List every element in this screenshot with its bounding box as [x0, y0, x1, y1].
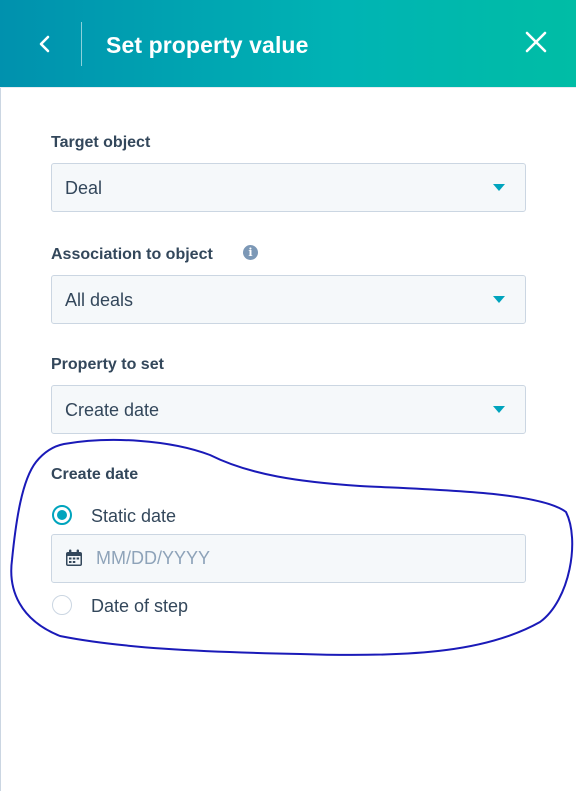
association-value: All deals [65, 290, 134, 310]
header-divider [81, 22, 82, 66]
date-of-step-radio[interactable] [52, 595, 72, 615]
header-shadow [0, 87, 576, 88]
date-of-step-label[interactable]: Date of step [91, 595, 188, 617]
caret-down-icon [493, 296, 505, 303]
caret-down-icon [493, 184, 505, 191]
close-button[interactable] [518, 24, 554, 60]
property-to-set-value: Create date [65, 400, 160, 420]
static-date-input[interactable] [96, 535, 506, 582]
static-date-label[interactable]: Static date [91, 505, 176, 527]
panel-header: Set property value [0, 0, 576, 87]
chevron-left-icon [39, 35, 50, 53]
target-object-label: Target object [51, 134, 151, 151]
property-to-set-label: Property to set [51, 356, 164, 373]
association-select[interactable]: All deals [51, 275, 526, 324]
panel-title: Set property value [106, 32, 309, 58]
association-label: Association to object [51, 246, 213, 263]
back-button[interactable] [28, 26, 62, 62]
calendar-icon [66, 549, 82, 566]
panel-left-border [0, 0, 1, 791]
target-object-select[interactable]: Deal [51, 163, 526, 212]
property-to-set-select[interactable]: Create date [51, 385, 526, 434]
caret-down-icon [493, 406, 505, 413]
target-object-value: Deal [65, 178, 103, 198]
date-input-wrapper [51, 534, 526, 583]
create-date-label: Create date [51, 466, 139, 483]
close-icon [525, 31, 547, 53]
info-icon[interactable]: i [243, 245, 258, 260]
static-date-radio[interactable] [52, 505, 72, 525]
